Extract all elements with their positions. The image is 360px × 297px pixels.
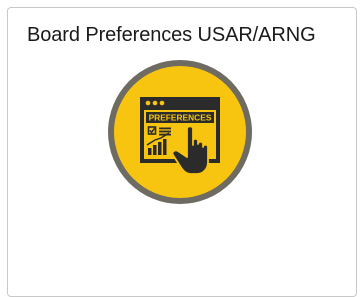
tile-title: Board Preferences USAR/ARNG: [27, 24, 316, 46]
preferences-label: PREFERENCES: [149, 113, 212, 123]
board-preferences-tile[interactable]: Board Preferences USAR/ARNG PREFERENCES: [7, 7, 357, 297]
preferences-hand-pointer-icon: PREFERENCES: [108, 60, 252, 204]
